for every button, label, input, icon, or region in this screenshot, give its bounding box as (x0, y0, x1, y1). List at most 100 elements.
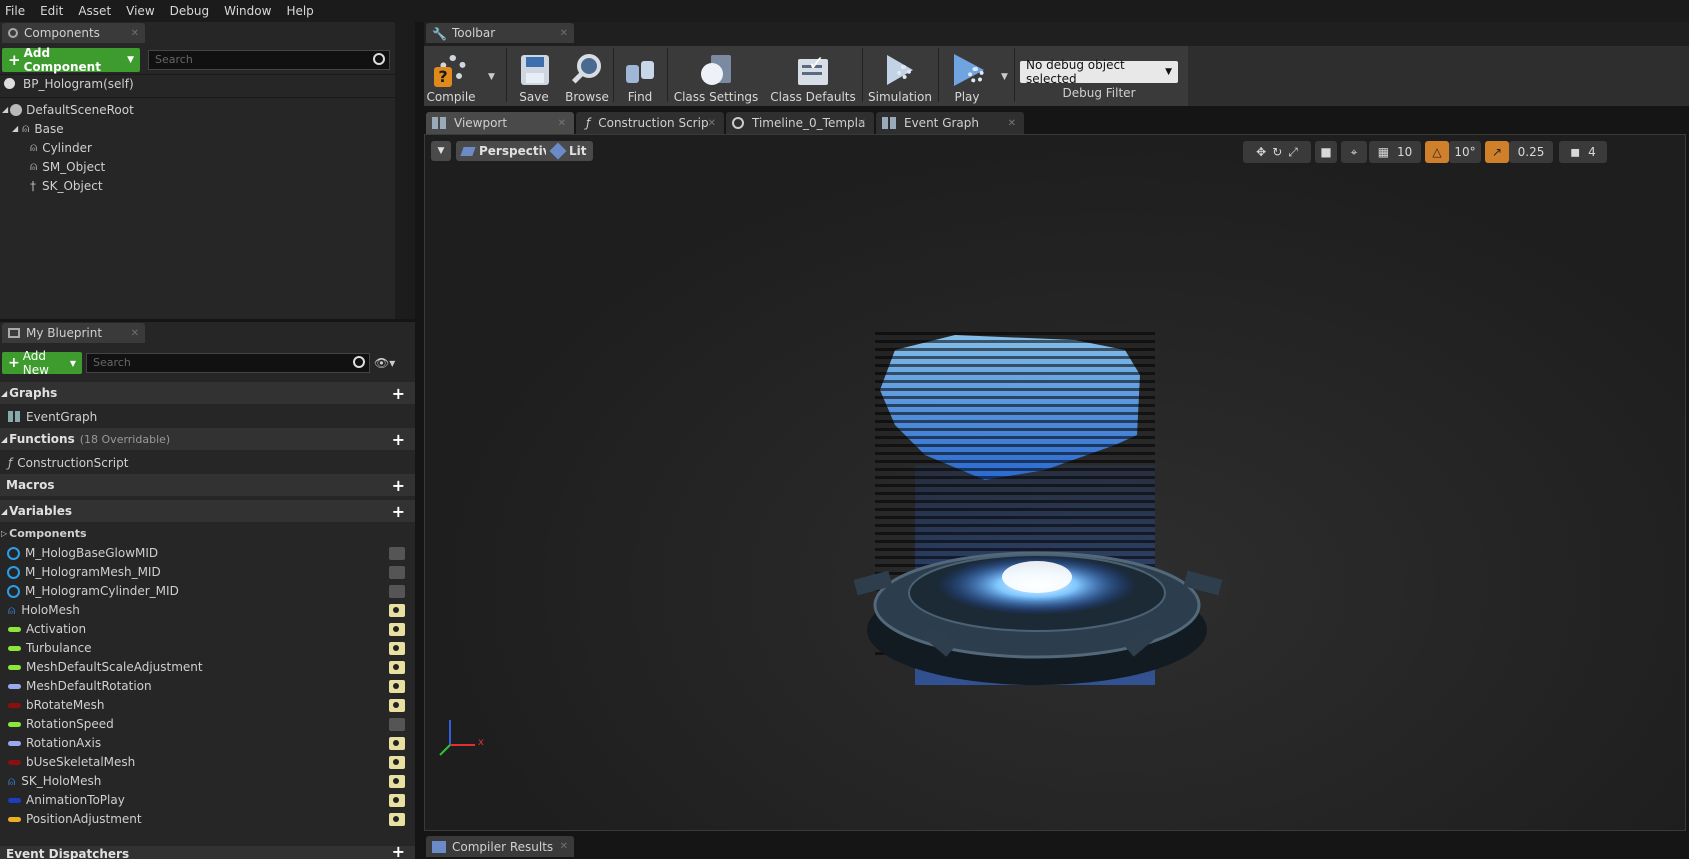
close-icon[interactable]: ✕ (858, 118, 866, 129)
add-new-button[interactable]: + Add New ▼ (2, 349, 82, 377)
eye-visibility-icon[interactable]: 👁▾ (374, 356, 395, 370)
eye-open-icon[interactable] (389, 679, 405, 693)
scale-icon[interactable]: ⤢ (1288, 145, 1298, 160)
tree-item-sm-object[interactable]: ⍝ SM_Object (30, 157, 105, 176)
eye-open-icon[interactable] (389, 641, 405, 655)
tab-viewport[interactable]: Viewport ✕ (426, 112, 574, 134)
save-button[interactable]: Save (510, 48, 558, 104)
class-defaults-button[interactable]: ✓ Class Defaults (766, 48, 860, 104)
eye-open-icon[interactable] (389, 622, 405, 636)
class-settings-button[interactable]: Class Settings (671, 48, 761, 104)
menu-edit[interactable]: Edit (35, 4, 73, 18)
variable-row[interactable]: bRotateMesh (0, 695, 415, 715)
components-search-input[interactable]: Search (148, 50, 390, 70)
tree-item-defaultsceneroot[interactable]: ◢ DefaultSceneRoot (2, 100, 134, 119)
variable-row[interactable]: bUseSkeletalMesh (0, 752, 415, 772)
eye-open-icon[interactable] (389, 736, 405, 750)
transform-tools[interactable]: ✥ ↻ ⤢ (1243, 141, 1311, 163)
tab-timeline[interactable]: Timeline_0_Templa ✕ (726, 112, 874, 134)
rotation-snap-toggle[interactable]: △ (1425, 141, 1449, 163)
tab-components[interactable]: Components ✕ (2, 23, 145, 43)
eye-open-icon[interactable] (389, 774, 405, 788)
self-row[interactable]: BP_Hologram(self) (4, 74, 134, 93)
variable-row[interactable]: RotationSpeed (0, 714, 415, 734)
variable-row[interactable]: M_HologramCylinder_MID (0, 581, 415, 601)
variable-row[interactable]: MeshDefaultScaleAdjustment (0, 657, 415, 677)
add-macro-icon[interactable]: + (392, 476, 405, 495)
close-icon[interactable]: ✕ (131, 28, 139, 39)
menu-window[interactable]: Window (219, 4, 281, 18)
eye-open-icon[interactable] (389, 755, 405, 769)
add-component-button[interactable]: + Add Component ▼ (2, 46, 140, 74)
variable-row[interactable]: ⍝ HoloMesh (0, 600, 415, 620)
category-functions[interactable]: ◢ Functions (18 Overridable) + (0, 428, 415, 450)
tree-item-base[interactable]: ◢ ⍝ Base (12, 119, 64, 138)
category-variables[interactable]: ◢ Variables + (0, 500, 415, 522)
simulation-button[interactable]: Simulation (866, 48, 934, 104)
blueprint-search-input[interactable]: Search (86, 353, 370, 373)
menu-help[interactable]: Help (281, 4, 323, 18)
tab-event-graph[interactable]: Event Graph ✕ (876, 112, 1024, 134)
menu-view[interactable]: View (121, 4, 164, 18)
eye-open-icon[interactable] (389, 793, 405, 807)
tree-item-sk-object[interactable]: † SK_Object (30, 176, 103, 195)
camera-speed-control[interactable]: ◼ 4 (1559, 141, 1607, 163)
close-icon[interactable]: ✕ (131, 328, 139, 339)
subcategory-components[interactable]: ▷ Components (0, 524, 415, 543)
debug-object-select[interactable]: No debug object selected ▼ (1020, 58, 1178, 86)
variable-row[interactable]: M_HologBaseGlowMID (0, 543, 415, 563)
category-event-dispatchers[interactable]: Event Dispatchers + (0, 846, 415, 859)
grid-snap-control[interactable]: ▦ 10 (1369, 141, 1421, 163)
close-icon[interactable]: ✕ (1008, 118, 1016, 129)
eye-closed-icon[interactable] (389, 584, 405, 598)
variable-row[interactable]: M_HologramMesh_MID (0, 562, 415, 582)
scale-snap-value[interactable]: 0.25 (1509, 141, 1553, 163)
close-icon[interactable]: ✕ (560, 841, 568, 852)
tab-compiler-results[interactable]: Compiler Results ✕ (426, 836, 574, 857)
add-function-icon[interactable]: + (392, 430, 405, 449)
eye-open-icon[interactable] (389, 812, 405, 826)
translate-icon[interactable]: ✥ (1256, 145, 1266, 159)
browse-button[interactable]: Browse (562, 48, 612, 104)
menu-file[interactable]: File (0, 4, 35, 18)
viewport[interactable]: x ▼ Perspective Lit ✥ ↻ ⤢ ■ ⌖ ▦ 10 △ 10°… (424, 134, 1686, 831)
play-options-chevron-icon[interactable]: ▼ (1001, 72, 1008, 82)
eye-open-icon[interactable] (389, 698, 405, 712)
compile-options-chevron-icon[interactable]: ▼ (488, 72, 495, 82)
lit-button[interactable]: Lit (546, 141, 593, 161)
rotate-icon[interactable]: ↻ (1272, 145, 1282, 159)
variable-row[interactable]: ⍝ SK_HoloMesh (0, 771, 415, 791)
menu-asset[interactable]: Asset (73, 4, 121, 18)
eye-closed-icon[interactable] (389, 717, 405, 731)
variable-row[interactable]: MeshDefaultRotation (0, 676, 415, 696)
add-variable-icon[interactable]: + (392, 502, 405, 521)
variable-row[interactable]: RotationAxis (0, 733, 415, 753)
add-dispatcher-icon[interactable]: + (392, 846, 405, 859)
eye-closed-icon[interactable] (389, 565, 405, 579)
variable-row[interactable]: Activation (0, 619, 415, 639)
viewport-options-button[interactable]: ▼ (431, 141, 451, 161)
variable-row[interactable]: Turbulance (0, 638, 415, 658)
category-macros[interactable]: Macros + (0, 474, 415, 496)
close-icon[interactable]: ✕ (708, 118, 716, 129)
tab-my-blueprint[interactable]: My Blueprint ✕ (2, 323, 145, 343)
close-icon[interactable]: ✕ (560, 28, 568, 39)
category-graphs[interactable]: ◢ Graphs + (0, 382, 415, 404)
find-button[interactable]: Find (617, 48, 663, 104)
play-button[interactable]: Play (942, 48, 992, 104)
variable-row[interactable]: AnimationToPlay (0, 790, 415, 810)
eye-open-icon[interactable] (389, 603, 405, 617)
eye-open-icon[interactable] (389, 660, 405, 674)
world-local-toggle[interactable]: ■ (1315, 141, 1337, 163)
list-item-constructionscript[interactable]: ƒ ConstructionScript (0, 453, 415, 472)
tree-item-cylinder[interactable]: ⍝ Cylinder (30, 138, 92, 157)
variable-row[interactable]: PositionAdjustment (0, 809, 415, 829)
rotation-snap-value[interactable]: 10° (1449, 141, 1481, 163)
eye-closed-icon[interactable] (389, 546, 405, 560)
tab-construction-script[interactable]: ƒ Construction Scrip ✕ (576, 112, 724, 134)
scale-snap-toggle[interactable]: ↗ (1485, 141, 1509, 163)
surface-snap-button[interactable]: ⌖ (1341, 141, 1367, 163)
tab-toolbar[interactable]: 🔧 Toolbar ✕ (426, 23, 574, 43)
close-icon[interactable]: ✕ (558, 118, 566, 129)
list-item-eventgraph[interactable]: EventGraph (0, 407, 415, 426)
